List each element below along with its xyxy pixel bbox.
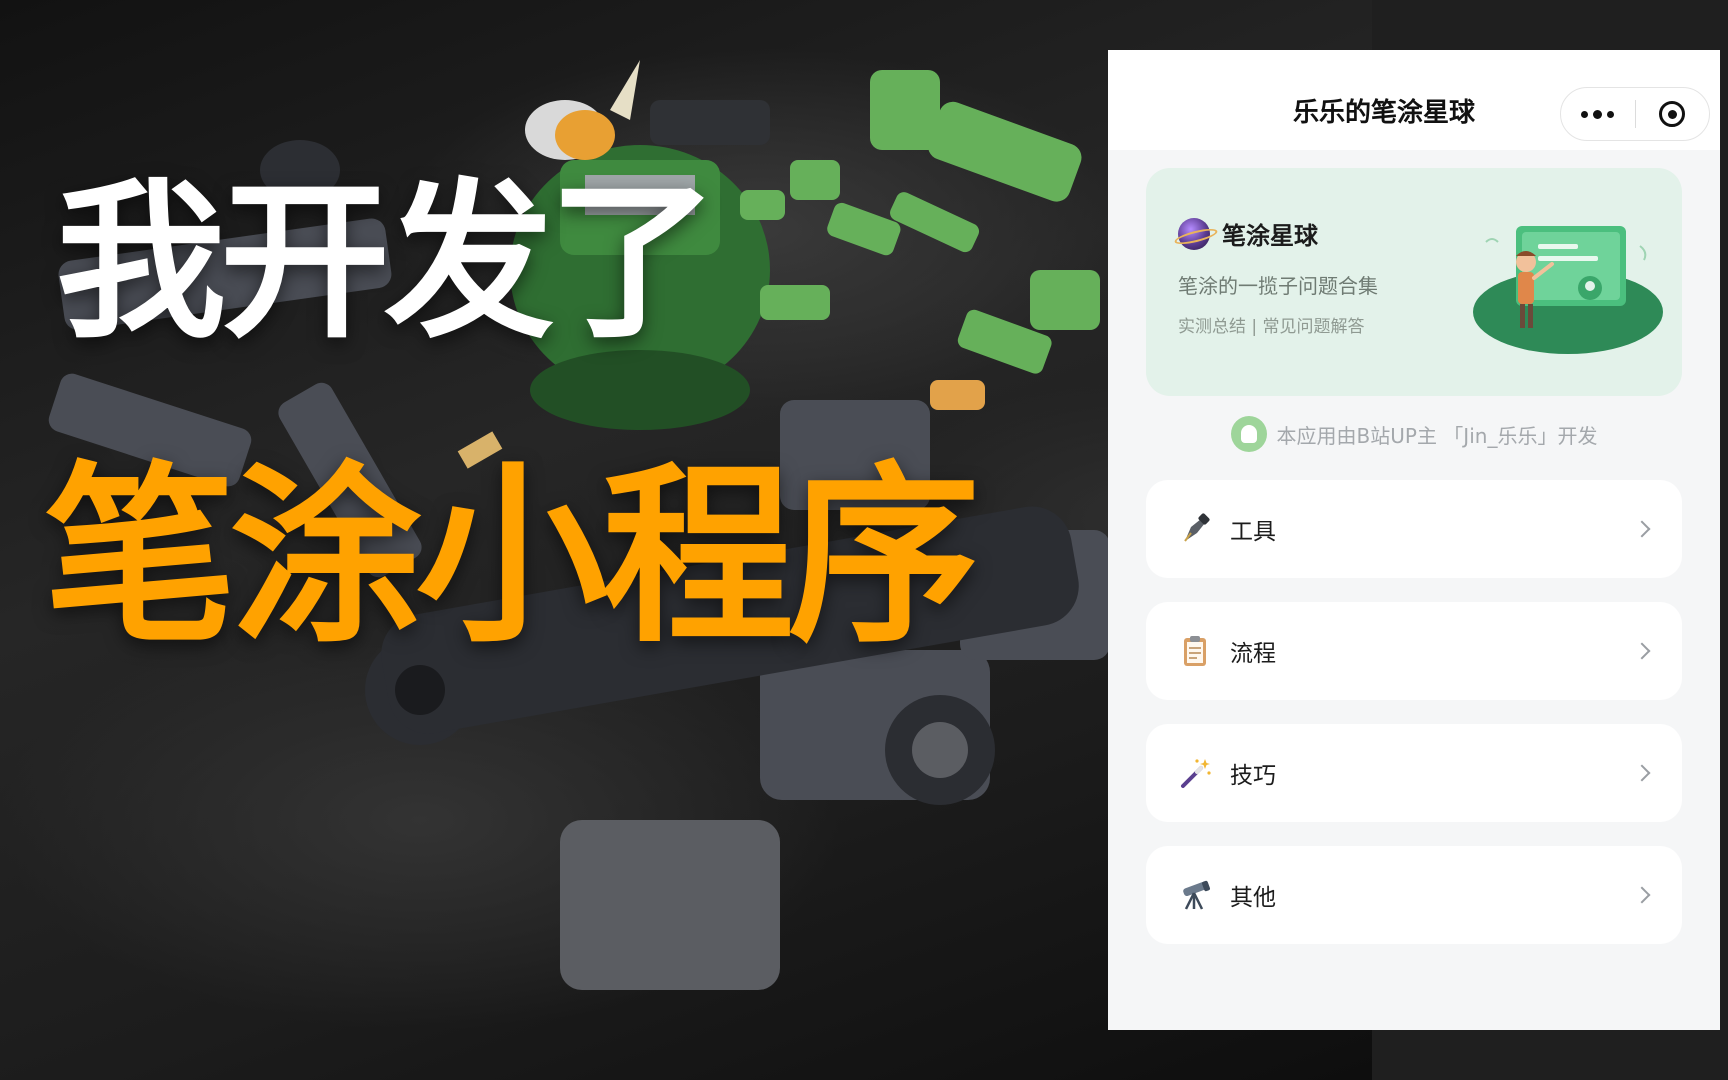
presentation-illustration	[1473, 226, 1663, 354]
menu-label-tools: 工具	[1230, 519, 1276, 545]
menu-item-other[interactable]: 其他	[1146, 846, 1682, 944]
menu-item-tools[interactable]: 工具	[1146, 480, 1682, 578]
credit-text: 本应用由B站UP主 「Jin_乐乐」开发	[1276, 423, 1598, 448]
navigation-bar: 乐乐的笔涂星球	[1108, 50, 1720, 150]
miniprogram-screen: 乐乐的笔涂星球 笔涂星球 笔涂的一揽子问题合集 实测总结 | 常见问题解答 本应…	[1108, 50, 1720, 1030]
headline-line-2: 笔涂小程序	[44, 446, 980, 669]
category-menu: 工具 流程 技巧 其他	[1146, 480, 1682, 968]
target-icon	[1659, 101, 1686, 127]
developer-credit: 本应用由B站UP主 「Jin_乐乐」开发	[1108, 414, 1720, 454]
chevron-right-icon	[1633, 886, 1651, 904]
menu-label-process: 流程	[1230, 641, 1276, 667]
telescope-icon	[1176, 876, 1214, 914]
menu-label-other: 其他	[1230, 885, 1276, 911]
headline-line-1: 我开发了	[56, 164, 718, 362]
banner-title: 笔涂星球	[1222, 222, 1318, 250]
chevron-right-icon	[1633, 520, 1651, 538]
more-button[interactable]	[1561, 88, 1635, 140]
menu-item-skills[interactable]: 技巧	[1146, 724, 1682, 822]
fountain-pen-icon	[1176, 510, 1214, 548]
thumbnail-canvas: 我开发了 笔涂小程序 乐乐的笔涂星球 笔涂星球 笔涂的一揽子问题合集 实测总结 …	[0, 0, 1728, 1080]
menu-capsule	[1560, 87, 1710, 141]
banner-tags: 实测总结 | 常见问题解答	[1178, 317, 1365, 337]
menu-item-process[interactable]: 流程	[1146, 602, 1682, 700]
developer-avatar	[1230, 416, 1267, 452]
planet-icon	[1178, 217, 1210, 250]
chevron-right-icon	[1633, 764, 1651, 782]
close-button[interactable]	[1636, 88, 1710, 140]
more-dots-icon	[1581, 109, 1615, 119]
chevron-right-icon	[1633, 642, 1651, 660]
yellow-horn-part	[525, 60, 640, 160]
banner-subtitle: 笔涂的一揽子问题合集	[1178, 274, 1378, 298]
clipboard-icon	[1176, 632, 1214, 670]
intro-banner[interactable]: 笔涂星球 笔涂的一揽子问题合集 实测总结 | 常见问题解答	[1146, 168, 1682, 396]
magic-wand-icon	[1176, 754, 1214, 792]
menu-label-skills: 技巧	[1230, 763, 1276, 789]
banner-header: 笔涂星球	[1178, 216, 1318, 251]
